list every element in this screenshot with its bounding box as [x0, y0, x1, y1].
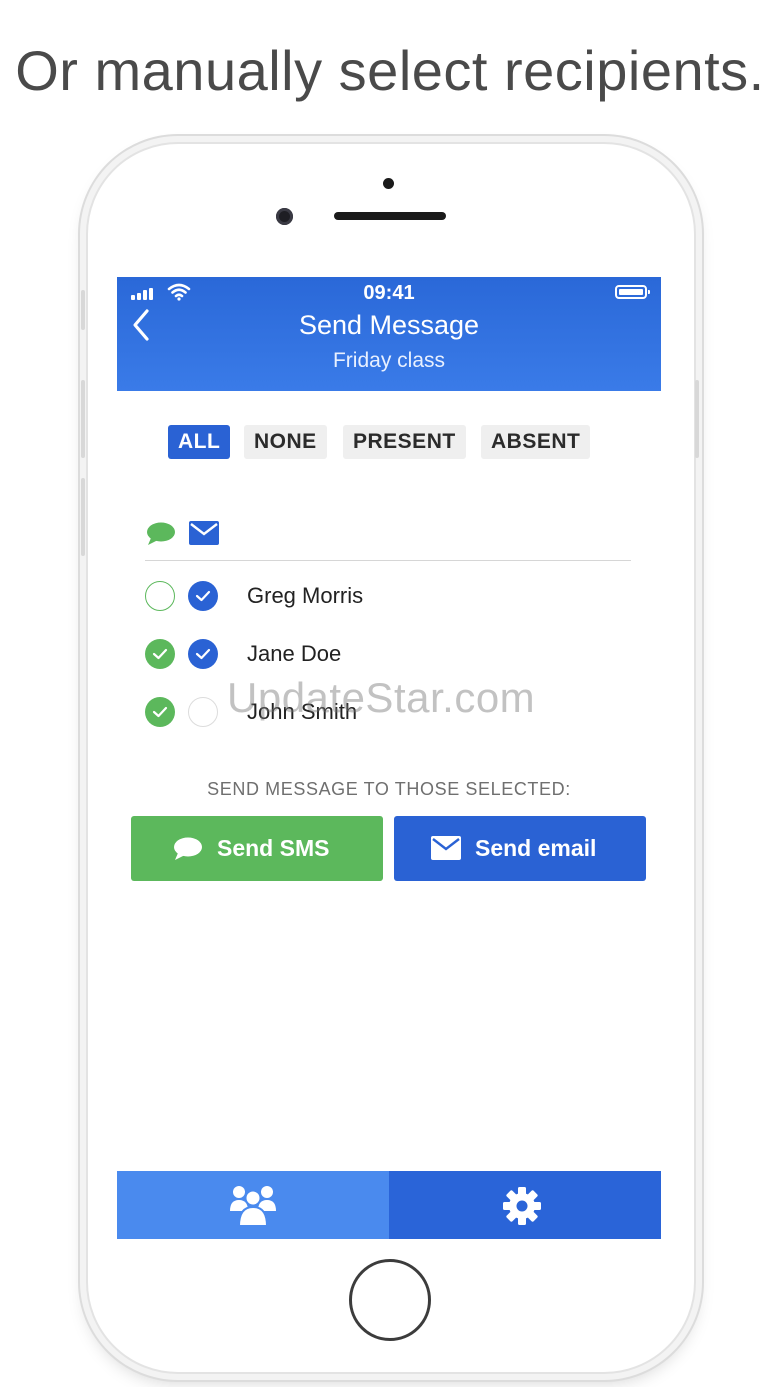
email-checkbox[interactable]	[188, 697, 218, 727]
tab-bar	[117, 1171, 661, 1239]
send-sms-button[interactable]: Send SMS	[131, 816, 383, 881]
divider	[145, 560, 631, 561]
page-title: Send Message	[298, 310, 480, 340]
power-button	[695, 380, 699, 458]
gear-icon	[503, 1187, 541, 1225]
app-screen: 09:41 Send Message Friday class ALL NONE…	[117, 277, 661, 1239]
volume-up-button	[81, 380, 85, 458]
send-email-label: Send email	[475, 835, 597, 861]
people-icon	[230, 1186, 276, 1227]
recipient-name: Jane Doe	[247, 641, 342, 666]
navigation-bar: 09:41 Send Message Friday class	[117, 277, 661, 391]
channel-header	[145, 521, 245, 547]
recipient-row: John Smith	[117, 692, 661, 736]
email-checkbox[interactable]	[188, 639, 218, 669]
send-email-button[interactable]: Send email	[394, 816, 646, 881]
status-time: 09:41	[363, 282, 415, 304]
recipient-name: Greg Morris	[247, 583, 364, 608]
envelope-icon	[431, 836, 461, 860]
headline: Or manually select recipients.	[15, 39, 765, 102]
recipient-name: John Smith	[247, 699, 358, 724]
sms-checkbox[interactable]	[145, 697, 175, 727]
tab-people[interactable]	[117, 1171, 389, 1239]
checkmark-icon	[152, 706, 168, 718]
volume-down-button	[81, 478, 85, 556]
recipient-row: Greg Morris	[117, 576, 661, 620]
checkmark-icon	[195, 648, 211, 660]
page-subtitle: Friday class	[332, 349, 446, 372]
proximity-sensor	[383, 178, 394, 189]
battery-icon	[615, 285, 650, 299]
checkmark-icon	[195, 590, 211, 602]
mute-switch	[81, 290, 85, 330]
send-sms-label: Send SMS	[217, 835, 330, 861]
filter-none[interactable]: NONE	[244, 425, 327, 459]
filter-bar: ALL NONE PRESENT ABSENT	[117, 425, 661, 459]
filter-absent[interactable]: ABSENT	[481, 425, 591, 459]
email-checkbox[interactable]	[188, 581, 218, 611]
filter-all[interactable]: ALL	[168, 425, 231, 459]
chat-bubble-icon	[174, 837, 202, 860]
sms-checkbox[interactable]	[145, 639, 175, 669]
recipient-row: Jane Doe	[117, 634, 661, 678]
home-button[interactable]	[349, 1259, 431, 1341]
earpiece-speaker	[334, 212, 446, 220]
checkmark-icon	[152, 648, 168, 660]
front-camera	[276, 208, 293, 225]
chat-bubble-icon	[147, 522, 175, 545]
send-prompt: SEND MESSAGE TO THOSE SELECTED:	[207, 779, 571, 799]
envelope-icon	[189, 521, 219, 545]
sms-checkbox[interactable]	[145, 581, 175, 611]
filter-present[interactable]: PRESENT	[343, 425, 466, 459]
tab-settings[interactable]	[389, 1171, 661, 1239]
